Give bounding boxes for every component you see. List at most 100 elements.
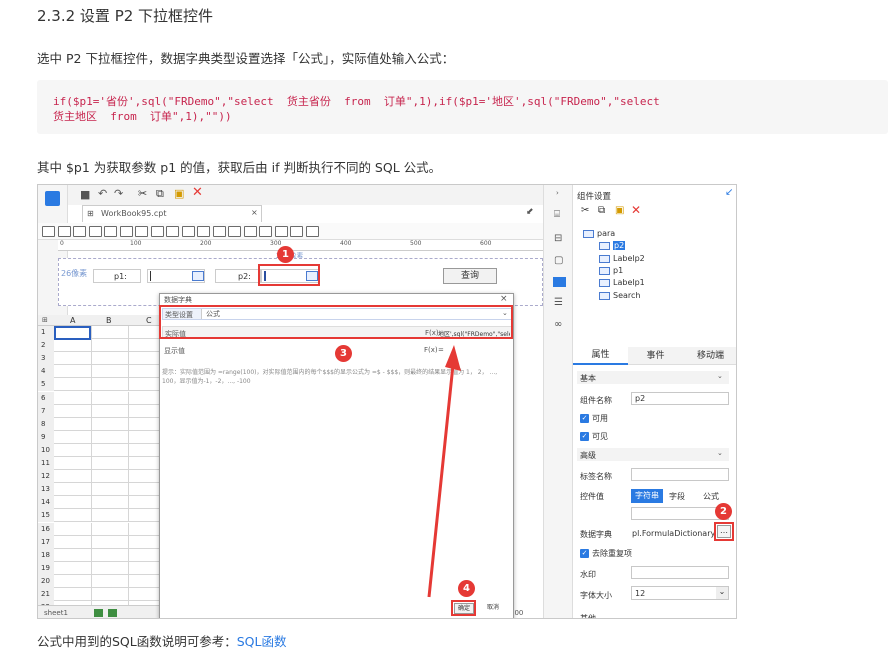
link-icon[interactable]: ∞ [554,319,562,330]
panel-paste-icon[interactable]: ▣ [615,205,624,216]
copy-icon[interactable]: ⧉ [156,187,164,201]
widget-tool-icon[interactable] [290,226,303,237]
badge-3: 3 [335,345,352,362]
more-section[interactable]: 其他 [580,613,596,618]
widget-tool-icon[interactable] [166,226,179,237]
row-number: 5 [38,378,54,392]
selected-cell[interactable] [54,326,91,340]
table-row[interactable]: 12 [38,470,163,484]
brush-icon[interactable]: ⬋ [526,207,534,217]
table-row[interactable]: 18 [38,548,163,562]
visible-checkbox[interactable]: ✓ 可见 [580,431,608,442]
cv-formula-option[interactable]: 公式 [703,491,719,502]
section-basic[interactable]: 基本 ⌄ [577,371,729,384]
table-row[interactable]: 8 [38,417,163,431]
table-row[interactable]: 7 [38,404,163,418]
table-row[interactable]: 17 [38,535,163,549]
table-row[interactable]: 11 [38,457,163,470]
widget-tool-icon[interactable] [228,226,241,237]
delete-icon[interactable]: ✕ [192,185,203,200]
tab-mobile[interactable]: 移动端 [683,347,736,365]
cv-string-option[interactable]: 字符串 [631,489,663,503]
close-tab-icon[interactable]: × [251,208,258,217]
table-row[interactable]: 15 [38,509,163,523]
list-icon[interactable]: ☰ [554,297,563,308]
add-sheet-icon[interactable] [94,609,103,617]
dialog-close-icon[interactable]: × [500,294,508,304]
section-advanced[interactable]: 高级 ⌄ [577,448,729,461]
table-row[interactable]: 16 [38,522,163,536]
table-row[interactable]: 5 [38,378,163,392]
sheet-tab[interactable]: sheet1 [44,609,68,617]
table-row[interactable]: 10 [38,443,163,457]
row-number: 14 [38,496,54,510]
tree-item[interactable]: Labelp1 [599,278,645,287]
tab-events[interactable]: 事件 [628,347,683,365]
widget-lib-icon[interactable]: ⌸ [554,209,560,220]
undo-icon[interactable]: ↶ [98,187,107,200]
dedupe-checkbox[interactable]: ✓ 去除重复项 [580,548,632,559]
tree-item[interactable]: para [583,229,615,238]
widget-tool-icon[interactable] [150,226,164,237]
watermark-input[interactable] [631,566,729,579]
p1-combobox[interactable] [147,269,205,283]
tree-item[interactable]: p2 [599,241,626,250]
widget-tool-icon[interactable] [259,226,272,237]
cv-field-option[interactable]: 字段 [669,491,685,502]
widget-tool-icon[interactable] [135,226,148,237]
table-row[interactable]: 6 [38,391,163,405]
add-form-icon[interactable] [108,609,117,617]
tab-properties[interactable]: 属性 [573,347,628,365]
widget-tool-icon[interactable] [42,226,55,237]
panel-delete-icon[interactable]: ✕ [631,203,641,217]
table-row[interactable]: 21 [38,588,163,601]
tag-input[interactable] [631,468,729,481]
paste-icon[interactable]: ▣ [174,187,184,200]
widget-tool-icon[interactable] [73,226,86,237]
file-tab[interactable]: ⊞ WorkBook95.cpt × [82,205,262,222]
widget-tool-icon[interactable] [274,226,288,237]
widget-tool-icon[interactable] [88,226,102,237]
label-p2[interactable]: p2: [215,269,261,283]
table-row[interactable]: 9 [38,430,163,444]
widget-tool-icon[interactable] [104,226,117,237]
cut-icon[interactable]: ✂ [138,187,147,200]
table-row[interactable]: 19 [38,561,163,575]
panel-cut-icon[interactable]: ✂ [581,205,589,216]
expand-icon[interactable]: ↙ [725,187,733,198]
collapse-icon[interactable]: › [556,189,559,197]
widget-tool-icon[interactable] [212,226,226,237]
cancel-button[interactable]: 取消 [482,603,504,614]
frame-icon[interactable]: ▢ [554,255,563,266]
p1-dropdown-icon[interactable] [192,271,204,281]
tree-item-label: Labelp2 [613,254,645,263]
name-input[interactable]: p2 [631,392,729,405]
widget-tool-icon[interactable] [57,226,71,237]
enabled-checkbox[interactable]: ✓ 可用 [580,413,608,424]
widget-tool-icon[interactable] [119,226,133,237]
table-row[interactable]: 13 [38,483,163,497]
widget-tool-icon[interactable] [305,226,319,237]
redo-icon[interactable]: ↷ [114,187,123,200]
table-row[interactable]: 2 [38,339,163,353]
widget-settings-icon[interactable] [553,277,566,287]
layout-icon[interactable]: ⊟ [554,233,562,244]
tree-item[interactable]: p1 [599,266,623,275]
label-p1[interactable]: p1: [93,269,141,283]
query-button[interactable]: 查询 [443,268,497,284]
table-row[interactable]: 4 [38,365,163,379]
panel-copy-icon[interactable]: ⧉ [598,205,605,216]
font-size-select[interactable]: 12 ⌄ [631,586,729,600]
tree-item[interactable]: Labelp2 [599,254,645,263]
code-block: if($p1='省份',sql("FRDemo","select 货主省份 fr… [37,80,888,134]
sql-function-link[interactable]: SQL函数 [237,634,287,649]
table-row[interactable]: 20 [38,574,163,588]
table-row[interactable]: 14 [38,496,163,510]
spreadsheet: ⊞ A B C 1 2 3 4 5 6 7 8 9 10 11 12 13 14 15 16 17 18 19 20 2… [38,315,163,615]
widget-tool-icon[interactable] [181,226,195,237]
save-icon[interactable]: ■ [80,188,90,201]
widget-tool-icon[interactable] [197,226,210,237]
tree-item[interactable]: Search [599,291,640,300]
table-row[interactable]: 3 [38,352,163,366]
widget-tool-icon[interactable] [243,226,257,237]
